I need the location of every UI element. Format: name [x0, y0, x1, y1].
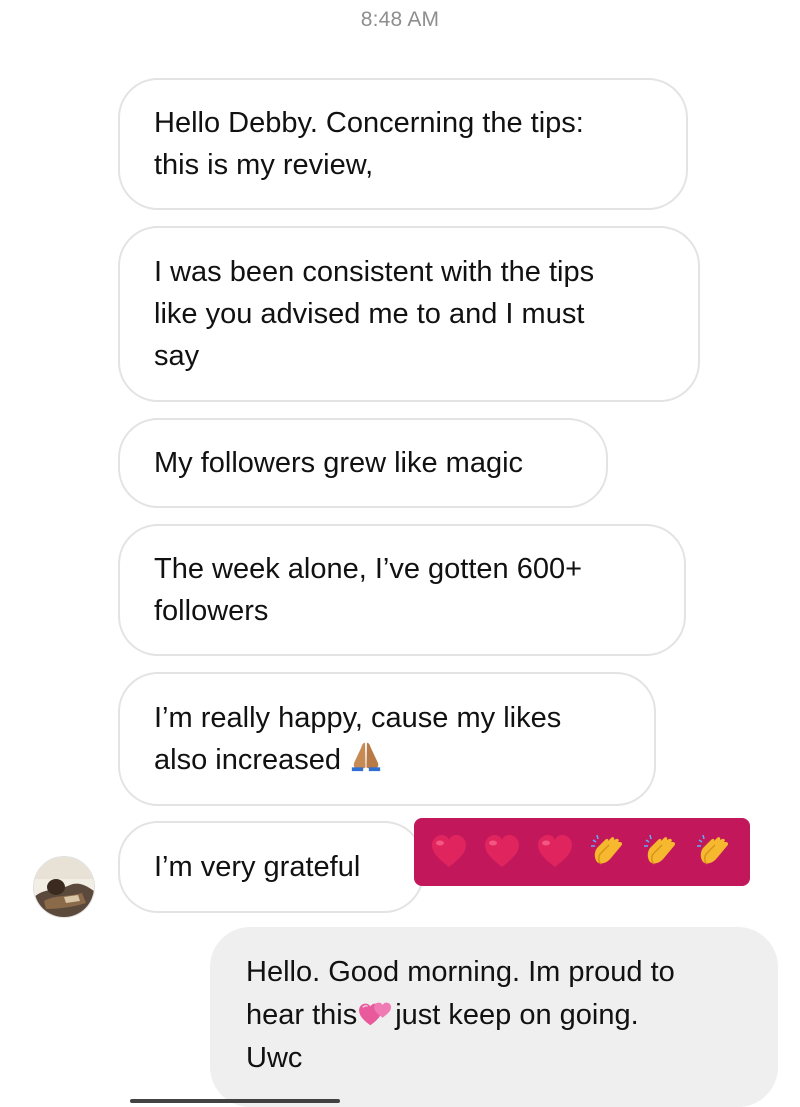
message-text: I’m really happy, cause my likes also in… — [154, 702, 562, 776]
timestamp: 8:48 AM — [360, 8, 440, 31]
avatar[interactable] — [33, 856, 95, 918]
message-bubble[interactable]: The week alone, I’ve gotten 600+ followe… — [118, 524, 686, 656]
reaction-sticker[interactable] — [414, 818, 750, 886]
message-bubble[interactable]: My followers grew like magic — [118, 418, 608, 508]
home-indicator — [130, 1099, 340, 1103]
message-bubble[interactable]: I was been consistent with the tips like… — [118, 226, 700, 402]
clapping-hands-emoji — [590, 834, 622, 865]
profile-photo — [34, 857, 94, 917]
message-bubble[interactable]: I’m very grateful — [118, 821, 424, 913]
message-text: The week alone, I’ve gotten 600+ followe… — [154, 553, 583, 627]
outgoing-message-bubble[interactable]: Hello. Good morning. Im proud to hear th… — [210, 927, 778, 1107]
clapping-hands-emoji — [697, 834, 729, 865]
message-text: I was been consistent with the tips like… — [154, 256, 595, 372]
message-bubble[interactable]: Hello Debby. Concerning the tips: this i… — [118, 78, 688, 210]
two-hearts-emoji — [359, 1002, 392, 1026]
folded-hands-emoji — [351, 742, 381, 772]
message-text: My followers grew like magic — [154, 447, 524, 479]
clapping-hands-emoji — [643, 834, 676, 865]
red-heart-emoji — [484, 835, 519, 867]
message-text: I’m very grateful — [154, 851, 361, 883]
red-heart-emoji — [538, 835, 573, 867]
message-bubble[interactable]: I’m really happy, cause my likes also in… — [118, 672, 656, 806]
red-heart-emoji — [431, 835, 466, 867]
message-text: Hello Debby. Concerning the tips: this i… — [154, 107, 584, 181]
outgoing-message-text: Hello. Good morning. Im proud to hear th… — [246, 956, 675, 1074]
